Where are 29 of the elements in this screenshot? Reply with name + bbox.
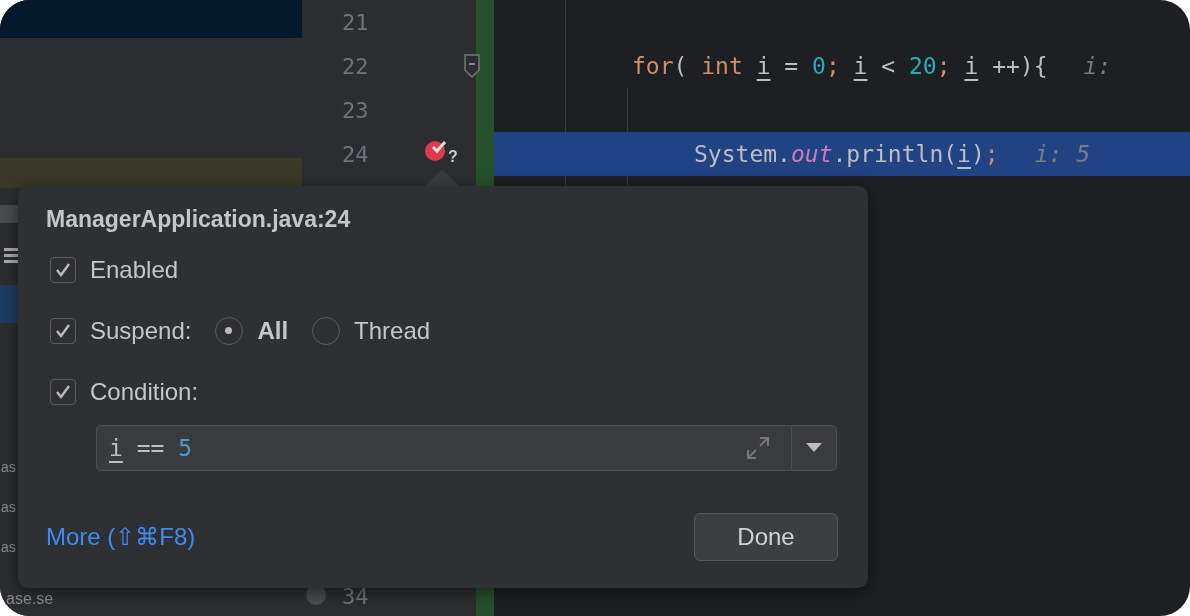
list-item[interactable]: ase.se <box>6 590 54 608</box>
line-number: 23 <box>342 97 369 123</box>
checkbox-label: Suspend: <box>90 317 192 345</box>
caret-icon <box>806 443 822 453</box>
code-line: System.out.println(i); i: 5 <box>694 141 1091 167</box>
line-number: 34 <box>342 583 369 609</box>
radio-label: All <box>257 317 289 345</box>
list-item[interactable]: as <box>1 498 16 516</box>
condition-checkbox[interactable] <box>50 379 76 405</box>
popup-title: ManagerApplication.java:24 <box>46 206 352 234</box>
radio-label: Thread <box>354 317 431 345</box>
more-link[interactable]: More (⇧⌘F8) <box>46 523 196 551</box>
checkbox-label: Condition: <box>90 378 199 406</box>
list-icon[interactable] <box>4 246 18 266</box>
done-button[interactable]: Done <box>694 513 838 561</box>
line-number: 21 <box>342 9 369 35</box>
line-number: 22 <box>342 53 369 79</box>
condition-expression: i == 5 <box>109 435 194 461</box>
list-item[interactable]: as <box>1 538 16 556</box>
suspend-checkbox[interactable] <box>50 318 76 344</box>
condition-field[interactable]: i == 5 <box>96 425 837 471</box>
expand-icon[interactable] <box>745 435 771 461</box>
line-number: 24 <box>342 141 369 167</box>
fold-icon[interactable] <box>464 54 480 78</box>
list-item[interactable]: as <box>1 458 16 476</box>
checkbox-label: Enabled <box>90 256 179 284</box>
code-line: for( int i = 0; i < 20; i ++){ i: <box>632 53 1112 79</box>
tab-strip <box>0 205 20 223</box>
enabled-checkbox[interactable] <box>50 257 76 283</box>
